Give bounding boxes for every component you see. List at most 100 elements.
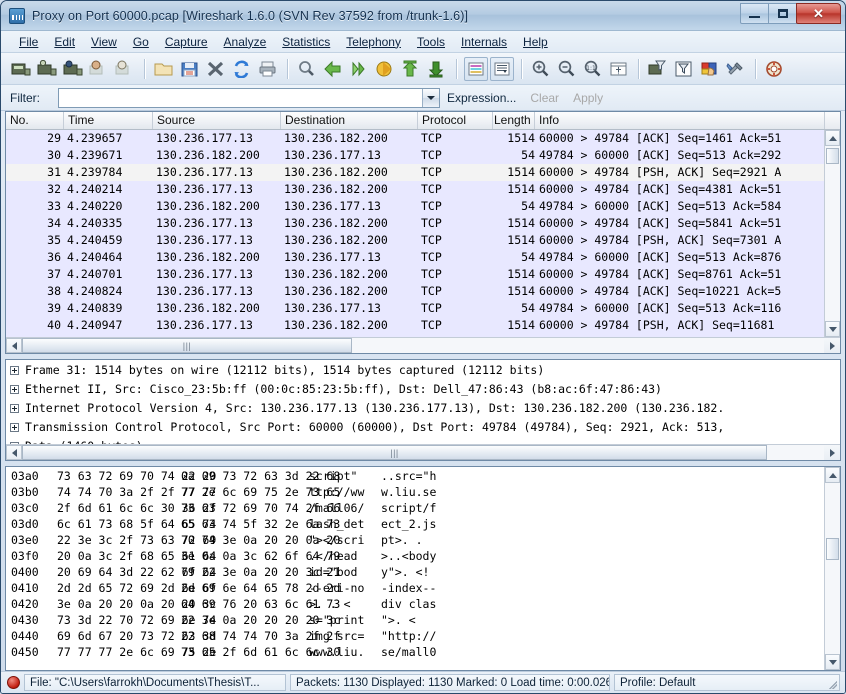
hex-row[interactable]: 03b0 74 74 70 3a 2f 2f 77 77 77 2e 6c 69 7… (6, 484, 840, 500)
print-icon[interactable] (256, 57, 280, 81)
detail-row[interactable]: Internet Protocol Version 4, Src: 130.23… (6, 399, 840, 418)
go-back-icon[interactable] (321, 57, 345, 81)
table-row[interactable]: 40 4.240947 130.236.177.13 130.236.182.200 T… (6, 317, 840, 334)
save-file-icon[interactable] (178, 57, 202, 81)
maximize-button[interactable] (768, 3, 797, 24)
table-row[interactable]: 38 4.240824 130.236.177.13 130.236.182.200 T… (6, 283, 840, 300)
table-row[interactable]: 35 4.240459 130.236.177.13 130.236.182.200 T… (6, 232, 840, 249)
menu-view[interactable]: View (83, 33, 125, 51)
details-hscroll-track[interactable]: ||| (22, 445, 824, 460)
interfaces-icon[interactable] (9, 57, 33, 81)
menu-edit[interactable]: Edit (46, 33, 83, 51)
bytes-scroll-up-button[interactable] (825, 467, 840, 483)
coloring-rules-icon[interactable] (698, 57, 722, 81)
column-header-protocol[interactable]: Protocol (418, 112, 493, 129)
hex-row[interactable]: 0420 3e 0a 20 20 0a 20 20 3c 64 69 76 20 6… (6, 596, 840, 612)
table-row[interactable]: 29 4.239657 130.236.177.13 130.236.182.200 T… (6, 130, 840, 147)
zoom-out-icon[interactable] (555, 57, 579, 81)
menu-file[interactable]: File (11, 33, 46, 51)
detail-row[interactable]: Frame 31: 1514 bytes on wire (12112 bits… (6, 361, 840, 380)
go-first-packet-icon[interactable] (399, 57, 423, 81)
menu-internals[interactable]: Internals (453, 33, 515, 51)
open-file-icon[interactable] (152, 57, 176, 81)
colorize-icon[interactable] (464, 56, 488, 81)
column-header-info[interactable]: Info (535, 112, 824, 129)
go-to-packet-icon[interactable] (373, 57, 397, 81)
hex-row[interactable]: 0430 73 3d 22 70 72 69 6e 74 22 3e 0a 20 2… (6, 612, 840, 628)
hex-row[interactable]: 0450 77 77 77 2e 6c 69 75 2e 73 65 2f 6d 6… (6, 644, 840, 660)
capture-options-icon[interactable] (35, 57, 59, 81)
packet-list-hscrollbar[interactable]: ||| (6, 337, 840, 353)
menu-telephony[interactable]: Telephony (338, 33, 409, 51)
filter-history-dropdown[interactable] (422, 88, 439, 107)
hex-row[interactable]: 0410 2d 2d 65 72 69 2d 6e 6f 2d 69 6e 64 6… (6, 580, 840, 596)
table-row[interactable]: 39 4.240839 130.236.182.200 130.236.177.13 T… (6, 300, 840, 317)
packet-bytes-vscrollbar[interactable] (824, 467, 840, 670)
hex-row[interactable]: 03e0 22 3e 3c 2f 73 63 72 69 70 74 3e 0a 2… (6, 532, 840, 548)
column-header-length[interactable]: Length (493, 112, 535, 129)
table-row[interactable]: 33 4.240220 130.236.182.200 130.236.177.13 T… (6, 198, 840, 215)
details-hscroll-thumb[interactable]: ||| (22, 445, 767, 460)
hex-row[interactable]: 0440 69 6d 67 20 73 72 63 3d 22 68 74 74 7… (6, 628, 840, 644)
column-header-time[interactable]: Time (64, 112, 153, 129)
table-row[interactable]: 414.241071130.236.177.13130.236.182.200T… (6, 334, 840, 337)
table-row[interactable]: 31 4.239784 130.236.177.13 130.236.182.200 T… (6, 164, 840, 181)
details-hscroll-right-button[interactable] (824, 445, 840, 460)
display-filters-icon[interactable] (672, 57, 696, 81)
expand-plus-icon[interactable] (10, 442, 19, 444)
go-last-packet-icon[interactable] (425, 57, 449, 81)
table-row[interactable]: 34 4.240335 130.236.177.13 130.236.182.200 T… (6, 215, 840, 232)
filter-apply-button[interactable]: Apply (566, 91, 610, 105)
table-row[interactable]: 32 4.240214 130.236.177.13 130.236.182.200 T… (6, 181, 840, 198)
close-button[interactable]: ✕ (796, 3, 841, 24)
packet-details-body[interactable]: Frame 31: 1514 bytes on wire (12112 bits… (6, 360, 840, 444)
capture-status-led[interactable] (7, 676, 20, 689)
hex-row[interactable]: 03c0 2f 6d 61 6c 6c 30 36 2f 73 63 72 69 7… (6, 500, 840, 516)
auto-scroll-icon[interactable] (490, 56, 514, 81)
zoom-in-icon[interactable] (529, 57, 553, 81)
detail-row[interactable]: Transmission Control Protocol, Src Port:… (6, 418, 840, 437)
restart-capture-icon[interactable] (113, 57, 137, 81)
scroll-down-button[interactable] (825, 321, 840, 337)
detail-row[interactable]: Ethernet II, Src: Cisco_23:5b:ff (00:0c:… (6, 380, 840, 399)
zoom-normal-icon[interactable]: 1:1 (581, 57, 605, 81)
scroll-up-button[interactable] (825, 130, 840, 146)
bytes-scroll-track[interactable] (825, 483, 840, 654)
bytes-scroll-down-button[interactable] (825, 654, 840, 670)
packet-details-hscrollbar[interactable]: ||| (6, 444, 840, 460)
resize-grip-icon[interactable] (827, 679, 837, 689)
stop-capture-icon[interactable] (87, 57, 111, 81)
expand-plus-icon[interactable] (10, 404, 19, 413)
filter-expression-button[interactable]: Expression... (440, 91, 523, 105)
table-row[interactable]: 30 4.239671 130.236.182.200 130.236.177.13 T… (6, 147, 840, 164)
table-row[interactable]: 36 4.240464 130.236.182.200 130.236.177.13 T… (6, 249, 840, 266)
packet-list-vscrollbar[interactable] (824, 130, 840, 337)
minimize-button[interactable] (740, 3, 769, 24)
details-hscroll-left-button[interactable] (6, 445, 22, 460)
hex-row[interactable]: 0400 20 69 64 3d 22 62 6f 64 79 22 3e 0a 2… (6, 564, 840, 580)
menu-go[interactable]: Go (125, 33, 157, 51)
status-file[interactable]: File: "C:\Users\farrokh\Documents\Thesis… (24, 674, 286, 691)
reload-icon[interactable] (230, 57, 254, 81)
table-row[interactable]: 37 4.240701 130.236.177.13 130.236.182.200 T… (6, 266, 840, 283)
help-icon[interactable] (763, 57, 787, 81)
start-capture-icon[interactable] (61, 57, 85, 81)
status-profile[interactable]: Profile: Default (614, 674, 840, 691)
hscroll-left-button[interactable] (6, 338, 22, 353)
menu-analyze[interactable]: Analyze (216, 33, 275, 51)
menu-statistics[interactable]: Statistics (274, 33, 338, 51)
expand-plus-icon[interactable] (10, 423, 19, 432)
scroll-thumb[interactable] (826, 148, 839, 164)
filter-clear-button[interactable]: Clear (523, 91, 566, 105)
expand-plus-icon[interactable] (10, 385, 19, 394)
hex-row[interactable]: 03a0 73 63 72 69 70 74 22 20 0a 09 73 72 6… (6, 468, 840, 484)
packet-list-body[interactable]: 29 4.239657 130.236.177.13 130.236.182.200 T… (6, 130, 840, 337)
menu-capture[interactable]: Capture (157, 33, 216, 51)
menu-tools[interactable]: Tools (409, 33, 453, 51)
close-file-icon[interactable] (204, 57, 228, 81)
column-header-source[interactable]: Source (153, 112, 281, 129)
hscroll-track[interactable]: ||| (22, 338, 824, 353)
preferences-icon[interactable] (724, 57, 748, 81)
filter-input[interactable] (59, 88, 422, 107)
resize-columns-icon[interactable] (607, 57, 631, 81)
